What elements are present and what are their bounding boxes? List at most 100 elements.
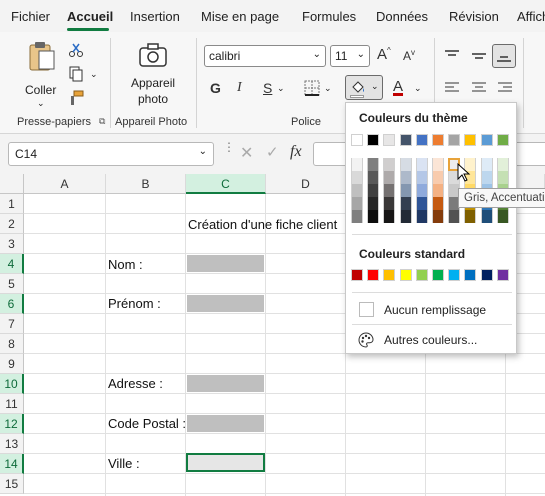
theme-color-swatch[interactable] [383,134,396,146]
theme-shade-swatch[interactable] [496,171,509,184]
fill-color-button[interactable]: ⌄ [345,75,383,100]
font-name-combo[interactable]: calibri ⌄ [204,45,326,67]
align-middle-icon[interactable] [471,49,487,63]
scissors-icon[interactable] [68,42,84,58]
theme-shade-swatch[interactable] [383,197,396,210]
theme-shade-swatch[interactable] [351,197,363,210]
tab-accueil[interactable]: Accueil [67,9,113,24]
standard-color-swatch[interactable] [399,269,412,281]
standard-color-swatch[interactable] [496,269,509,281]
theme-shade-swatch[interactable] [399,158,412,171]
row-header-6[interactable]: 6 [0,294,24,314]
theme-shade-swatch[interactable] [351,184,363,197]
theme-shade-swatch[interactable] [399,171,412,184]
input-cell-nom[interactable] [187,255,264,272]
theme-shade-swatch[interactable] [367,158,380,171]
theme-shade-swatch[interactable] [351,171,363,184]
column-header-c[interactable]: C [186,174,266,194]
theme-shade-swatch[interactable] [480,158,493,171]
name-box[interactable]: C14 ⌄ [8,142,214,166]
row-header-4[interactable]: 4 [0,254,24,274]
row-header-5[interactable]: 5 [0,274,24,294]
theme-color-swatch[interactable] [432,134,444,146]
chevron-down-icon[interactable]: ⌄ [324,83,332,94]
bold-button[interactable]: G [210,80,221,96]
row-header-14[interactable]: 14 [0,454,24,474]
standard-color-swatch[interactable] [432,269,444,281]
shrink-font-button[interactable]: Av [403,48,415,63]
dialog-launcher-icon[interactable]: ⧉ [99,116,105,127]
theme-color-swatch[interactable] [448,134,461,146]
label-adresse[interactable]: Adresse : [108,376,163,391]
grow-font-button[interactable]: A^ [377,46,391,63]
standard-color-swatch[interactable] [351,269,363,281]
more-options-icon[interactable]: ⋮ [223,141,235,153]
row-header-11[interactable]: 11 [0,394,24,414]
theme-color-swatch[interactable] [415,134,428,146]
theme-shade-swatch[interactable] [415,197,428,210]
underline-button[interactable]: S [263,80,272,96]
tab-affichage[interactable]: Affich [517,9,545,24]
theme-shade-swatch[interactable] [383,158,396,171]
standard-color-swatch[interactable] [464,269,477,281]
theme-shade-swatch[interactable] [432,197,444,210]
label-nom[interactable]: Nom : [108,257,143,272]
theme-shade-swatch[interactable] [383,171,396,184]
label-ville[interactable]: Ville : [108,456,140,471]
tab-formules[interactable]: Formules [302,9,356,24]
theme-shade-swatch[interactable] [383,210,396,223]
borders-icon[interactable] [304,80,320,96]
theme-shade-swatch[interactable] [367,171,380,184]
row-header-15[interactable]: 15 [0,474,24,494]
camera-button[interactable]: Appareil photo [121,40,185,110]
standard-color-swatch[interactable] [480,269,493,281]
column-header-d[interactable]: D [266,174,346,194]
theme-color-swatch[interactable] [496,134,509,146]
standard-color-swatch[interactable] [367,269,380,281]
theme-shade-swatch[interactable] [480,171,493,184]
theme-shade-swatch[interactable] [415,158,428,171]
column-header-b[interactable]: B [106,174,186,194]
row-header-9[interactable]: 9 [0,354,24,374]
theme-shade-swatch[interactable] [351,210,363,223]
theme-shade-swatch[interactable] [448,210,461,223]
theme-shade-swatch[interactable] [399,184,412,197]
label-prenom[interactable]: Prénom : [108,296,161,311]
label-code-postal[interactable]: Code Postal : [108,416,186,431]
tab-revision[interactable]: Révision [449,9,499,24]
theme-shade-swatch[interactable] [464,210,477,223]
tab-mise-en-page[interactable]: Mise en page [201,9,279,24]
row-header-10[interactable]: 10 [0,374,24,394]
row-header-3[interactable]: 3 [0,234,24,254]
theme-shade-swatch[interactable] [432,171,444,184]
standard-color-swatch[interactable] [415,269,428,281]
theme-shade-swatch[interactable] [383,184,396,197]
tab-donnees[interactable]: Données [376,9,428,24]
copy-icon[interactable] [68,66,84,82]
theme-color-swatch[interactable] [351,134,363,146]
theme-shade-swatch[interactable] [432,158,444,171]
row-header-7[interactable]: 7 [0,314,24,334]
chevron-down-icon[interactable]: ⌄ [277,83,285,94]
font-size-combo[interactable]: 11 ⌄ [330,45,370,67]
input-cell-ville-selected[interactable] [186,453,265,472]
theme-shade-swatch[interactable] [432,210,444,223]
align-bottom-button[interactable] [492,44,516,68]
format-painter-icon[interactable] [68,90,84,106]
more-colors-option[interactable]: Autres couleurs... [346,328,516,352]
theme-shade-swatch[interactable] [415,184,428,197]
theme-color-swatch[interactable] [399,134,412,146]
insert-function-button[interactable]: fx [290,143,302,161]
theme-shade-swatch[interactable] [415,171,428,184]
theme-shade-swatch[interactable] [399,210,412,223]
theme-shade-swatch[interactable] [480,210,493,223]
theme-shade-swatch[interactable] [432,184,444,197]
enter-icon[interactable]: ✓ [266,143,279,161]
row-header-13[interactable]: 13 [0,434,24,454]
tab-fichier[interactable]: Fichier [11,9,50,24]
no-fill-option[interactable]: Aucun remplissage [346,297,516,321]
theme-color-swatch[interactable] [480,134,493,146]
tab-insertion[interactable]: Insertion [130,9,180,24]
theme-shade-swatch[interactable] [496,210,509,223]
input-cell-prenom[interactable] [187,295,264,312]
